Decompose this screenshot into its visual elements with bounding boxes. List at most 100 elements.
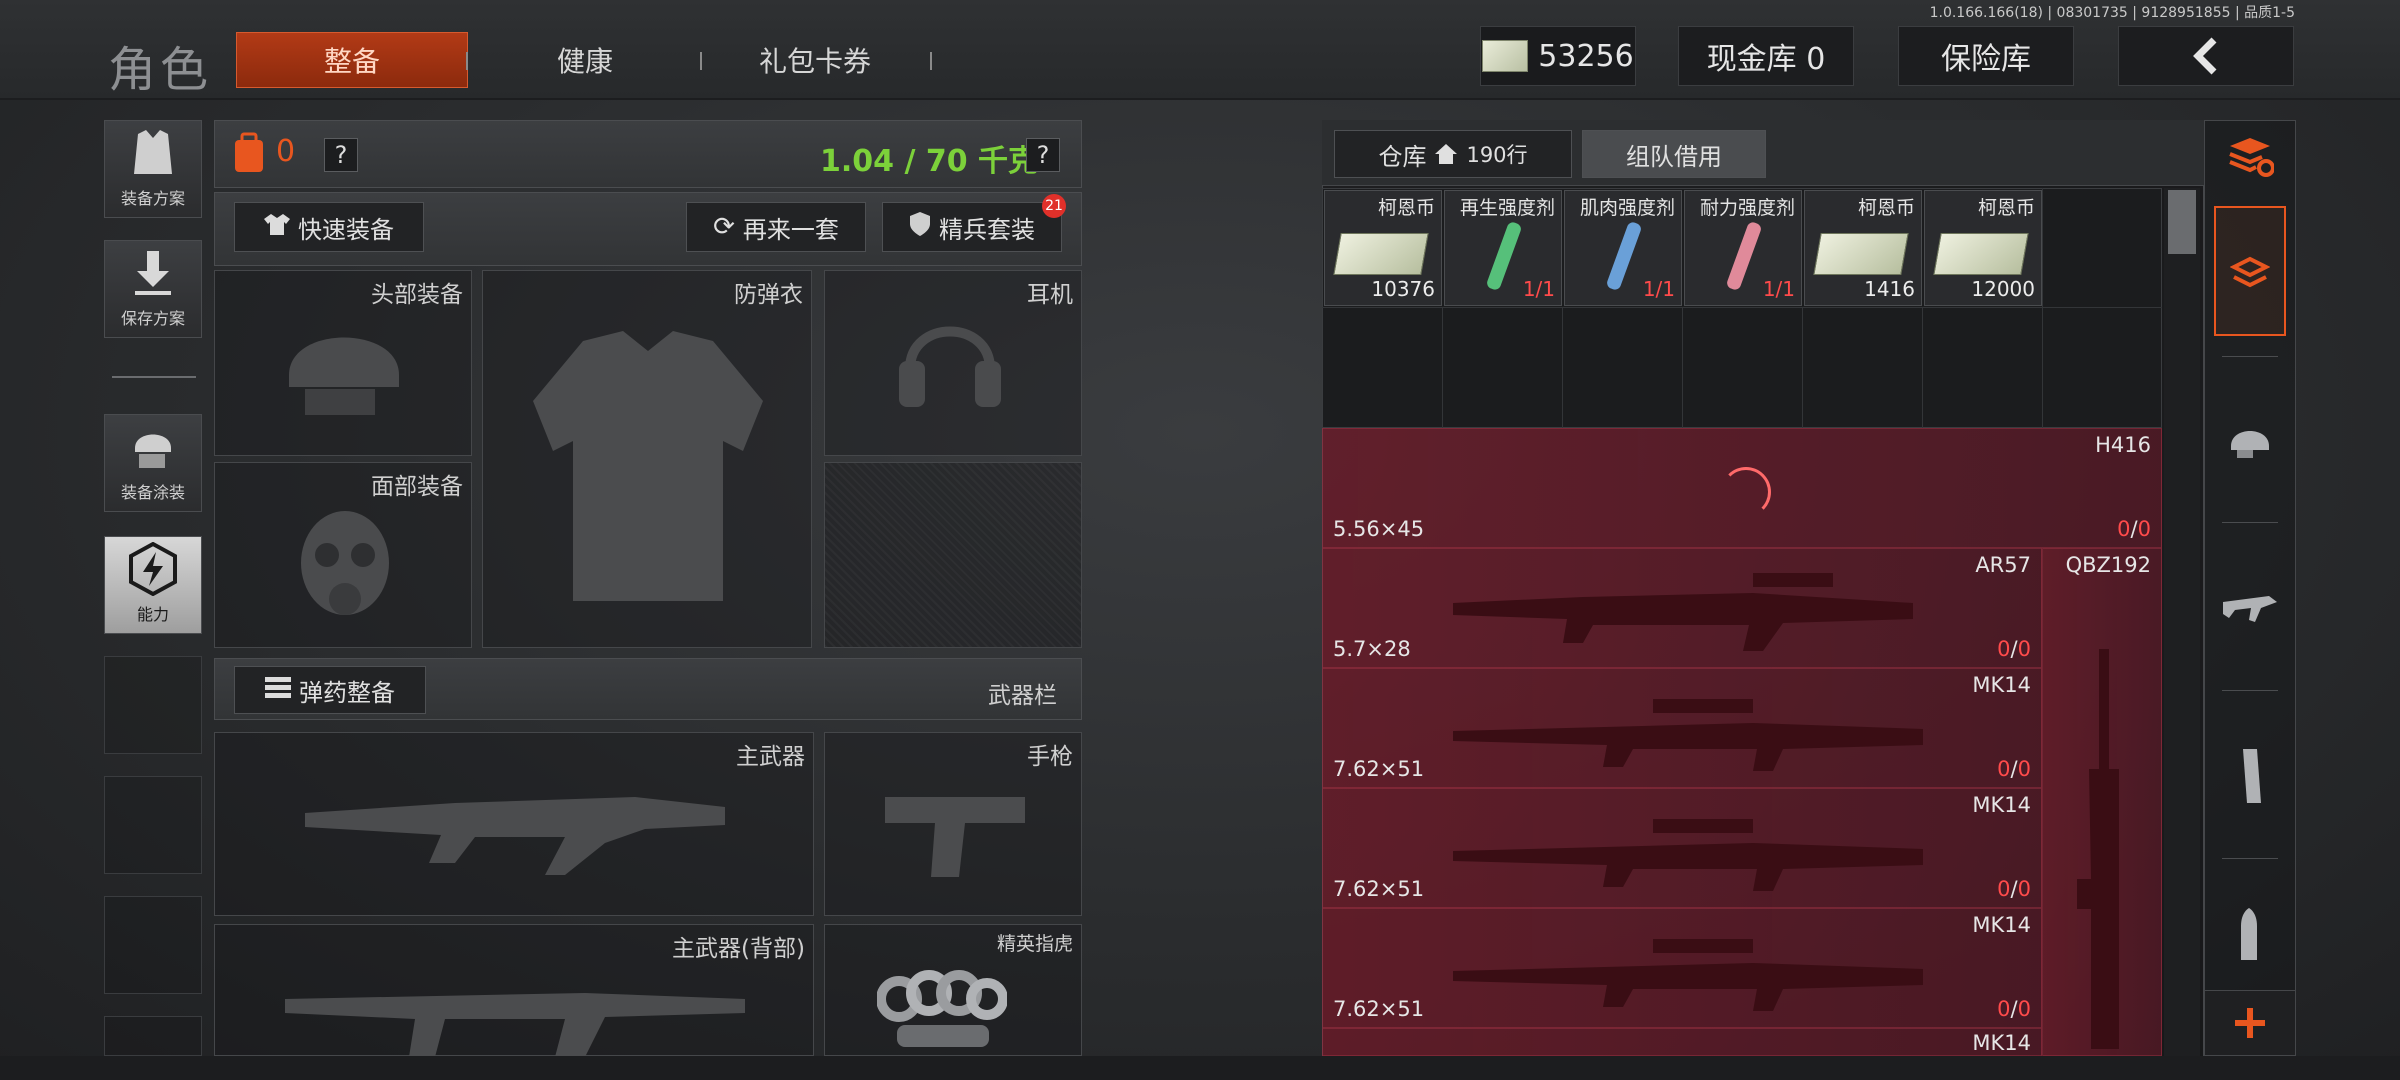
weapon-caliber: 7.62×51	[1333, 877, 1425, 901]
tab-health[interactable]: 健康	[490, 32, 680, 88]
home-icon	[1435, 144, 1458, 164]
weapon-row[interactable]: MK14	[1322, 1028, 2042, 1056]
add-category-button[interactable]	[2204, 990, 2296, 1056]
save-plan-button[interactable]: 保存方案	[104, 240, 202, 338]
face-slot[interactable]: 面部装备	[214, 462, 472, 648]
item-count: 1/1	[1642, 277, 1675, 301]
weapon-row[interactable]: H416 5.56×45 0/0	[1322, 428, 2162, 548]
headset-slot[interactable]: 耳机	[824, 270, 1082, 456]
cash-stack-icon	[1813, 233, 1909, 275]
tab-divider	[466, 52, 468, 70]
plus-icon	[2235, 1008, 2265, 1038]
item-name: 肌肉强度剂	[1579, 197, 1675, 219]
weapon-name: MK14	[1972, 913, 2031, 937]
slot-label: 精英指虎	[996, 933, 1073, 955]
magazine-icon	[2243, 749, 2261, 803]
elite-set-button[interactable]: 精兵套装	[882, 202, 1062, 252]
category-magazines[interactable]	[2214, 716, 2286, 836]
item-cash[interactable]: 柯恩币 1416	[1804, 190, 1922, 306]
help-icon[interactable]: ?	[324, 138, 358, 172]
notification-badge: 21	[1042, 194, 1066, 218]
scrollbar-thumb[interactable]	[2168, 190, 2196, 254]
loadout-plan-button[interactable]: 装备方案	[104, 120, 202, 218]
weapon-row[interactable]: MK14 7.62×51 0/0	[1322, 668, 2042, 788]
again-set-label: 再来一套	[742, 215, 839, 244]
storage-tab[interactable]: 仓库 190行	[1334, 130, 1572, 178]
ammo-list-icon	[265, 675, 291, 705]
weapon-row[interactable]: MK14 7.62×51 0/0	[1322, 788, 2042, 908]
weapon-bar-label: 武器栏	[988, 683, 1057, 709]
cash-vault-button[interactable]: 现金库 0	[1678, 26, 1854, 86]
ammo-equip-button[interactable]: 弹药整备	[234, 666, 426, 714]
primary-weapon-slot[interactable]: 主武器	[214, 732, 814, 916]
all-items-icon	[2230, 256, 2270, 288]
syringe-icon	[1605, 220, 1643, 292]
category-gear[interactable]	[2214, 380, 2286, 500]
slot-label: 主武器	[736, 744, 805, 770]
weapon-name: MK14	[1972, 1031, 2031, 1055]
item-stamina-booster[interactable]: 耐力强度剂 1/1	[1684, 190, 1802, 306]
item-count: 1/1	[1522, 277, 1555, 301]
backpack-count: 0	[276, 134, 296, 169]
quick-equip-label: 快速装备	[298, 215, 394, 244]
team-borrow-tab[interactable]: 组队借用	[1582, 130, 1766, 178]
insurance-vault-button[interactable]: 保险库	[1898, 26, 2074, 86]
again-set-button[interactable]: ⟳ 再来一套	[686, 202, 866, 252]
sort-button[interactable]	[2204, 120, 2296, 196]
empty-rail-slot	[104, 896, 202, 994]
pistol-slot[interactable]: 手枪	[824, 732, 1082, 916]
tab-gift-cards[interactable]: 礼包卡券	[720, 32, 910, 88]
weapon-row[interactable]: AR57 5.7×28 0/0	[1322, 548, 2042, 668]
item-cash[interactable]: 柯恩币 10376	[1324, 190, 1442, 306]
melee-slot[interactable]: 精英指虎	[824, 924, 1082, 1056]
item-regen-booster[interactable]: 再生强度剂 1/1	[1444, 190, 1562, 306]
refresh-icon: ⟳	[713, 212, 735, 242]
armor-slot[interactable]: 防弹衣	[482, 270, 812, 648]
slot-label: 手枪	[1027, 744, 1073, 770]
rifle-vertical-icon	[2077, 649, 2119, 1049]
rail-label: 能力	[136, 605, 169, 624]
weapon-ammo: 0/0	[2117, 517, 2151, 541]
category-all[interactable]	[2214, 206, 2286, 336]
item-muscle-booster[interactable]: 肌肉强度剂 1/1	[1564, 190, 1682, 306]
weapon-name: QBZ192	[2065, 553, 2151, 577]
quick-equip-button[interactable]: 快速装备	[234, 202, 424, 252]
bottom-strip	[0, 1056, 2400, 1080]
weapon-tall-cell[interactable]: QBZ192	[2042, 548, 2162, 1056]
rifle-icon	[1453, 573, 1913, 651]
tab-divider	[930, 52, 932, 70]
rifle-icon	[1453, 939, 1923, 1011]
body-armor-icon	[533, 331, 763, 601]
tab-loadout[interactable]: 整备	[236, 32, 468, 88]
weapon-name: AR57	[1975, 553, 2031, 577]
scrollbar-track[interactable]	[2164, 188, 2200, 1056]
weapon-name: MK14	[1972, 793, 2031, 817]
category-ammo[interactable]	[2214, 884, 2286, 984]
weapon-name: H416	[2095, 433, 2151, 457]
weight-display: 1.04 / 70 千克	[820, 144, 1039, 179]
weapon-caliber: 5.56×45	[1333, 517, 1425, 541]
item-count: 1/1	[1762, 277, 1795, 301]
shirt-icon	[264, 212, 290, 242]
cash-stack-icon	[1933, 233, 2029, 275]
ability-button[interactable]: 能力	[104, 536, 202, 634]
back-button[interactable]	[2118, 26, 2294, 86]
slot-label: 防弹衣	[734, 282, 803, 308]
weight-help-icon[interactable]: ?	[1026, 138, 1060, 172]
head-slot[interactable]: 头部装备	[214, 270, 472, 456]
rifle-icon	[2223, 596, 2277, 622]
primary-weapon-back-slot[interactable]: 主武器(背部)	[214, 924, 814, 1057]
item-cash[interactable]: 柯恩币 12000	[1924, 190, 2042, 306]
category-weapons[interactable]	[2214, 548, 2286, 668]
cash-stack-icon	[1333, 233, 1429, 275]
bullet-icon	[2241, 908, 2257, 960]
slot-label: 头部装备	[371, 282, 463, 308]
item-name: 耐力强度剂	[1699, 197, 1795, 219]
weapon-row[interactable]: MK14 7.62×51 0/0	[1322, 908, 2042, 1028]
item-name: 柯恩币	[1377, 197, 1435, 219]
rail-label: 装备方案	[120, 189, 185, 208]
weapon-ammo: 0/0	[1997, 757, 2031, 781]
weapon-caliber: 7.62×51	[1333, 757, 1425, 781]
cash-stack-icon	[1482, 40, 1529, 72]
equipment-paint-button[interactable]: 装备涂装	[104, 414, 202, 512]
